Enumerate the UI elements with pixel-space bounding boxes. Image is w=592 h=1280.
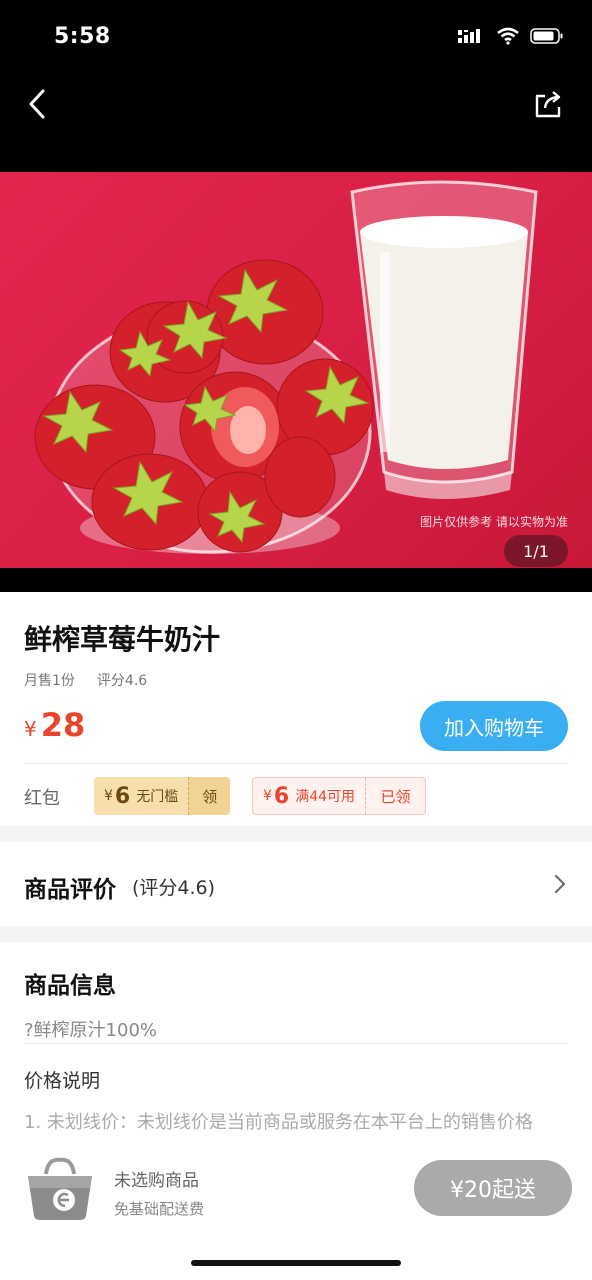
coupon-amount: 6 xyxy=(273,783,290,809)
monthly-sales: 月售1份 xyxy=(24,673,75,689)
delivery-fee-text: 免基础配送费 xyxy=(114,1200,205,1218)
red-packet-label: 红包 xyxy=(24,788,60,809)
section-gap xyxy=(0,926,592,942)
reviews-title: 商品评价 xyxy=(24,877,116,903)
signal-icon xyxy=(458,29,480,43)
coupon-condition: 无门槛 xyxy=(136,789,179,805)
back-button[interactable] xyxy=(20,86,54,122)
top-bar: 5:58 xyxy=(0,0,592,172)
price-value: 28 xyxy=(40,706,86,744)
coupon-currency: ¥ xyxy=(263,788,272,804)
battery-icon xyxy=(530,28,563,44)
reviews-row[interactable]: 商品评价 (评分4.6) xyxy=(0,842,592,926)
product-price: ¥ 28 xyxy=(24,706,85,744)
image-disclaimer: 图片仅供参考 请以实物为准 xyxy=(420,515,568,529)
coupon-condition: 满44可用 xyxy=(295,789,356,805)
coupon-currency: ¥ xyxy=(104,788,113,804)
share-icon xyxy=(535,91,561,118)
info-title: 商品信息 xyxy=(24,973,116,999)
product-title: 鲜榨草莓牛奶汁 xyxy=(24,623,221,656)
coupon-min-spend[interactable]: ¥ 6 满44可用 已领 xyxy=(252,777,427,815)
divider xyxy=(24,763,568,764)
cart-bar: 未选购商品 免基础配送费 ¥20起送 xyxy=(0,1140,592,1280)
min-order-button[interactable]: ¥20起送 xyxy=(414,1160,572,1216)
image-bottom-band xyxy=(0,568,592,592)
product-image[interactable] xyxy=(0,172,592,568)
chevron-left-icon xyxy=(29,89,45,119)
product-rating: 评分4.6 xyxy=(96,673,148,689)
cart-basket-icon[interactable] xyxy=(24,1154,96,1222)
wifi-icon xyxy=(497,27,519,45)
image-counter: 1/1 xyxy=(504,535,568,567)
share-button[interactable] xyxy=(530,86,566,122)
coupon-no-threshold[interactable]: ¥ 6 无门槛 领 xyxy=(94,777,231,815)
reviews-score: (评分4.6) xyxy=(132,877,216,899)
coupon-info: ¥ 6 无门槛 xyxy=(94,777,188,815)
chevron-right-icon xyxy=(555,875,565,893)
home-indicator[interactable] xyxy=(191,1260,401,1266)
product-meta: 月售1份 评分4.6 xyxy=(24,670,147,690)
price-currency: ¥ xyxy=(24,717,37,741)
price-note-title: 价格说明 xyxy=(24,1070,101,1092)
cart-empty-text: 未选购商品 xyxy=(114,1171,199,1191)
info-description: ?鲜榨原汁100% xyxy=(24,1020,158,1041)
claim-coupon-button[interactable]: 领 xyxy=(188,777,231,815)
divider xyxy=(24,1043,568,1044)
add-to-cart-button[interactable]: 加入购物车 xyxy=(420,701,568,751)
section-gap xyxy=(0,826,592,842)
status-icons xyxy=(458,27,564,45)
strawberry-milk-illustration xyxy=(34,180,538,554)
coupon-claimed-status: 已领 xyxy=(365,778,425,814)
coupon-amount: 6 xyxy=(114,783,131,809)
status-time: 5:58 xyxy=(54,24,111,49)
coupon-info: ¥ 6 满44可用 xyxy=(253,778,365,814)
